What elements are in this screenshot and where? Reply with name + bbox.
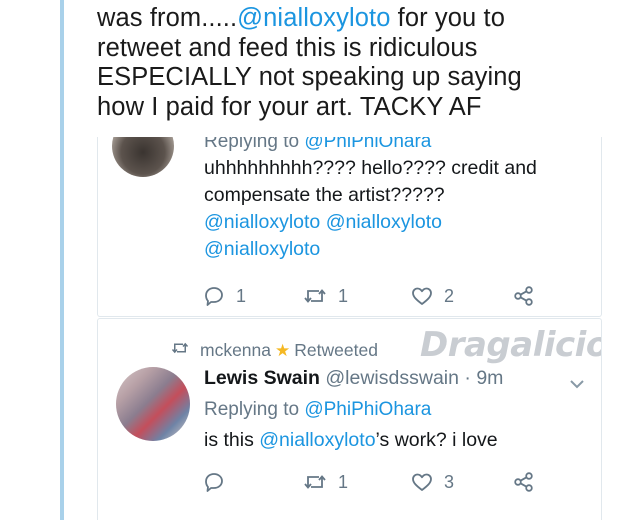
author-handle[interactable]: @lewisdsswain [325,367,459,389]
tweet-body: is this @nialloxyloto’s work? i love [204,429,498,451]
mention-link[interactable]: @nialloxyloto [204,238,320,260]
share-icon [512,284,536,308]
like-button[interactable]: 2 [410,283,454,309]
mention-link[interactable]: @nialloxyloto [326,211,442,233]
like-icon [410,284,434,308]
watermark: Dragalicious [420,325,601,365]
mention-link[interactable]: @nialloxyloto [237,4,390,32]
reply-tweet-card[interactable]: Replying to @PhiPhiOhara uhhhhhhhhh???? … [97,137,602,317]
quoted-tweet-text: was from.....@nialloxyloto for you to re… [97,4,627,122]
avatar[interactable] [112,137,174,177]
tweet-line: was from.....@nialloxyloto for you to [97,4,505,32]
reply-button[interactable]: 1 [202,283,246,309]
star-icon: ★ [275,340,291,360]
reply-icon [202,284,226,308]
share-button[interactable] [512,469,536,495]
replying-to: Replying to @PhiPhiOhara [204,137,431,153]
retweet-icon [302,284,328,308]
tweet-body-line: compensate the artist????? [204,184,445,206]
retweet-button[interactable]: 1 [302,469,348,495]
retweeted-by: mckenna ★ Retweeted [170,339,378,362]
action-bar: 1 3 [202,469,582,495]
retweeter-name[interactable]: mckenna [200,340,271,361]
tweet-body: uhhhhhhhhh???? hello???? credit and comp… [204,155,594,263]
reply-icon [202,470,226,494]
replying-to-link[interactable]: @PhiPhiOhara [304,137,431,152]
author-line: Lewis Swain @lewisdsswain · 9m [204,367,503,390]
like-count: 3 [444,471,455,492]
share-icon [512,470,536,494]
retweet-count: 1 [338,285,349,306]
retweet-count: 1 [338,471,349,492]
tweet-line: how I paid for your art. TACKY AF [97,92,482,121]
mention-link[interactable]: @nialloxyloto [204,211,320,233]
replying-to-link[interactable]: @PhiPhiOhara [304,399,431,420]
share-button[interactable] [512,283,536,309]
replying-to: Replying to @PhiPhiOhara [204,399,432,420]
tweet-body-line: uhhhhhhhhh???? hello???? credit and [204,157,537,179]
retweet-button[interactable]: 1 [302,283,348,309]
chevron-down-icon[interactable] [568,377,586,395]
reply-button[interactable] [202,469,236,495]
like-button[interactable]: 3 [410,469,454,495]
like-icon [410,470,434,494]
tweet-line: ESPECIALLY not speaking up saying [97,63,522,91]
thread-rule [60,0,64,520]
author-name[interactable]: Lewis Swain [204,367,320,389]
mention-link[interactable]: @nialloxyloto [259,429,375,451]
tweet-line: retweet and feed this is ridiculous [97,33,478,62]
action-bar: 1 1 2 [202,283,582,309]
timestamp[interactable]: 9m [476,367,503,389]
retweeted-label: Retweeted [294,340,378,360]
like-count: 2 [444,285,455,306]
separator-dot: · [458,367,477,389]
retweet-icon [302,470,328,494]
reply-count: 1 [236,285,247,306]
retweet-icon [170,339,190,362]
retweeted-tweet-card[interactable]: Dragalicious mckenna ★ Retweeted Lewis S… [97,318,602,520]
avatar[interactable] [116,367,190,441]
